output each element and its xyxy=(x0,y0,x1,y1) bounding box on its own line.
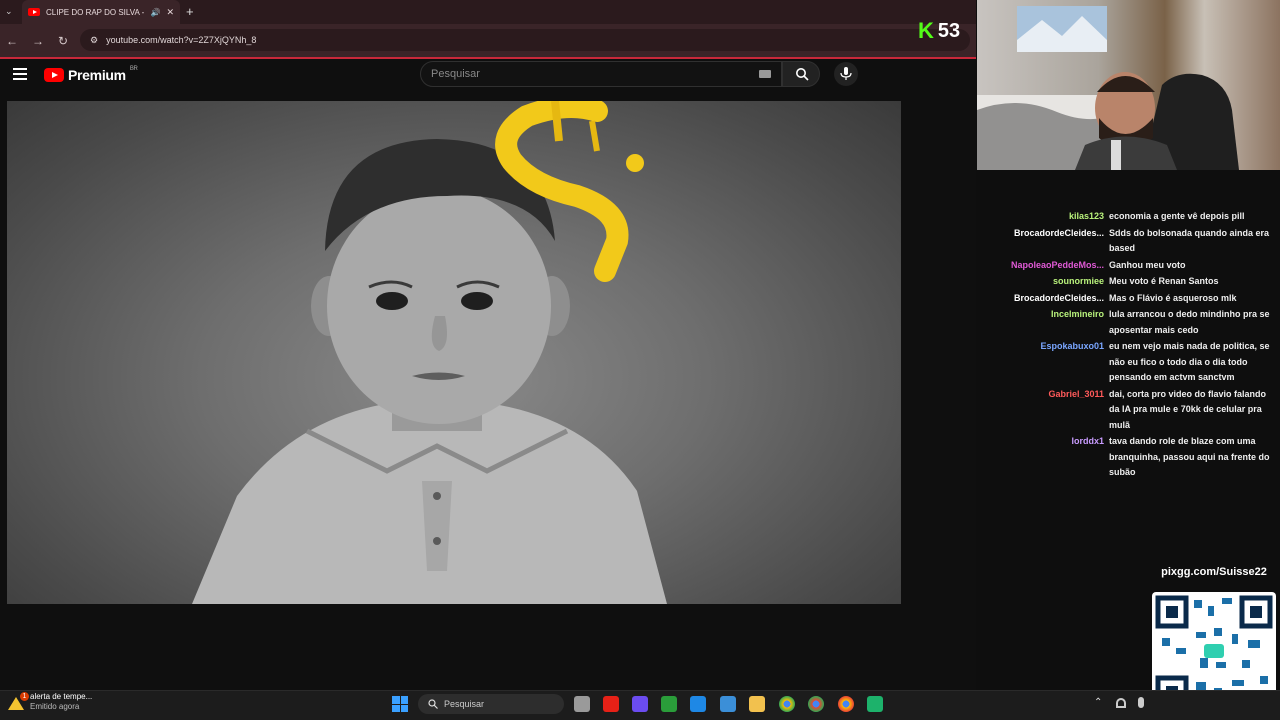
viewer-counter: K 53 xyxy=(918,18,960,44)
network-icon[interactable] xyxy=(1116,698,1126,708)
tray-chevron-icon[interactable]: ⌃ xyxy=(1094,697,1102,708)
url-text: youtube.com/watch?v=2Z7XjQYNh_8 xyxy=(106,35,257,45)
youtube-app-icon[interactable] xyxy=(603,696,619,712)
keyboard-icon[interactable] xyxy=(759,70,771,78)
file-explorer-icon[interactable] xyxy=(749,696,765,712)
start-button[interactable] xyxy=(392,696,408,712)
audio-icon[interactable]: 🔊 xyxy=(150,8,160,17)
search-icon xyxy=(796,68,809,81)
display-app-icon[interactable] xyxy=(720,696,736,712)
notification-title: alerta de tempe... xyxy=(30,692,93,701)
task-view-icon[interactable] xyxy=(574,696,590,712)
browser-tab[interactable]: CLIPE DO RAP DO SILVA - | 🔊 ✕ xyxy=(22,0,180,24)
site-info-icon[interactable]: ⚙ xyxy=(90,35,98,46)
chat-username[interactable]: Espokabuxo01 xyxy=(980,339,1109,386)
weather-alert-notification[interactable]: 1 alerta de tempe... Emitido agora xyxy=(8,692,92,712)
logo-text: Premium xyxy=(68,67,126,83)
chat-message: Espokabuxo01 eu nem vejo mais nada de pol… xyxy=(980,339,1276,386)
chat-message: Incelmineiro lula arrancou o dedo mindinh… xyxy=(980,307,1276,338)
back-icon[interactable]: ← xyxy=(6,34,18,48)
chat-message: kilas123 economia a gente vê depois pill xyxy=(980,209,1276,225)
webcam-feed xyxy=(977,0,1280,170)
chat-message-text: economia a gente vê depois pill xyxy=(1109,211,1245,221)
chat-username[interactable]: kilas123 xyxy=(980,209,1109,225)
tab-close-icon[interactable]: ✕ xyxy=(166,7,174,18)
chat-username[interactable]: BrocadordeCleides... xyxy=(980,291,1109,307)
notes-app-icon[interactable] xyxy=(690,696,706,712)
webcam-image xyxy=(977,6,1239,170)
notification-count: 1 xyxy=(20,692,29,701)
chat-message-text: Sdds do bolsonada quando ainda era based xyxy=(1109,227,1270,254)
chat-message-text: dai, corta pro video do flavio falando d… xyxy=(1109,388,1267,430)
search-input[interactable]: Pesquisar xyxy=(420,61,782,87)
viewer-count: 53 xyxy=(937,19,961,42)
search-icon xyxy=(428,699,438,709)
chat-username[interactable]: lorddx1 xyxy=(980,434,1109,481)
chat-message: NapoleaoPeddeMos... Ganhou meu voto xyxy=(980,258,1276,274)
chat-username[interactable]: BrocadordeCleides... xyxy=(980,226,1109,257)
search-placeholder: Pesquisar xyxy=(431,68,480,80)
taskbar-search-placeholder: Pesquisar xyxy=(444,699,485,709)
notification-subtitle: Emitido agora xyxy=(30,702,80,711)
streaming-app-icon[interactable] xyxy=(867,696,883,712)
tab-search-icon[interactable]: ⌄ xyxy=(5,6,15,16)
search-button[interactable] xyxy=(782,61,820,87)
voice-search-button[interactable] xyxy=(834,62,858,86)
address-bar[interactable]: ⚙ youtube.com/watch?v=2Z7XjQYNh_8 xyxy=(80,29,970,51)
chat-message: lorddx1 tava dando role de blaze com uma … xyxy=(980,434,1276,481)
chat-username[interactable]: Gabriel_3011 xyxy=(980,387,1109,434)
chat-message: BrocadordeCleides... Sdds do bolsonada qu… xyxy=(980,226,1276,257)
chrome-icon[interactable] xyxy=(779,696,795,712)
microphone-icon xyxy=(840,67,852,80)
chat-message: sounormiee Meu voto é Renan Santos xyxy=(980,274,1276,290)
chat-username[interactable]: sounormiee xyxy=(980,274,1109,290)
hamburger-menu-icon[interactable] xyxy=(13,68,27,80)
reload-icon[interactable]: ↻ xyxy=(58,34,68,48)
video-frame-image xyxy=(192,101,667,604)
youtube-logo[interactable]: Premium BR xyxy=(44,66,138,83)
logo-region-badge: BR xyxy=(129,66,138,72)
chat-username[interactable]: NapoleaoPeddeMos... xyxy=(980,258,1109,274)
video-player[interactable] xyxy=(7,101,901,604)
mic-tray-icon[interactable] xyxy=(1138,697,1144,708)
youtube-favicon-icon xyxy=(28,8,40,16)
chrome-profile-icon[interactable] xyxy=(808,696,824,712)
youtube-play-icon xyxy=(44,68,64,82)
new-tab-button[interactable]: + xyxy=(186,4,194,19)
chat-message-text: Mas o Flávio é asqueroso mlk xyxy=(1109,292,1237,303)
chat-message-text: Ganhou meu voto xyxy=(1109,259,1186,270)
chat-message-text: Meu voto é Renan Santos xyxy=(1109,276,1219,286)
forward-icon[interactable]: → xyxy=(32,34,44,48)
chrome-profile-2-icon[interactable] xyxy=(838,696,854,712)
taskbar-search[interactable]: Pesquisar xyxy=(418,694,564,714)
chat-message: Gabriel_3011 dai, corta pro video do flav… xyxy=(980,387,1276,434)
chat-message-text: tava dando role de blaze com uma branqui… xyxy=(1109,436,1270,477)
kick-logo-icon: K xyxy=(918,18,934,43)
tab-title: CLIPE DO RAP DO SILVA - | xyxy=(46,7,145,17)
vpn-app-icon[interactable] xyxy=(632,696,648,712)
chat-message-text: lula arrancou o dedo mindinho pra se apo… xyxy=(1109,309,1270,335)
chat-username[interactable]: Incelmineiro xyxy=(980,307,1109,338)
xbox-app-icon[interactable] xyxy=(661,696,677,712)
pix-donation-url: pixgg.com/Suisse22 xyxy=(1161,566,1267,578)
chat-feed: kilas123 economia a gente vê depois pill B… xyxy=(980,209,1276,482)
chat-message-text: eu nem vejo mais nada de politica, se nã… xyxy=(1109,341,1270,382)
chat-message: BrocadordeCleides... Mas o Flávio é asque… xyxy=(980,291,1276,307)
